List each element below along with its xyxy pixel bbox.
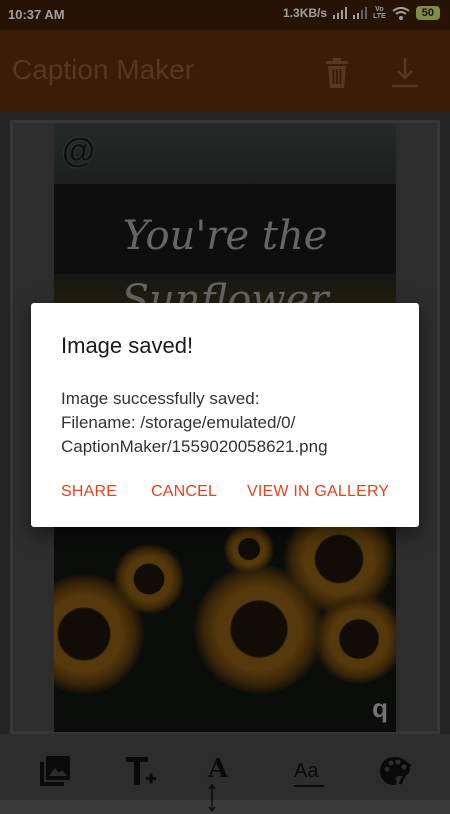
cancel-button[interactable]: CANCEL [151, 483, 217, 501]
view-in-gallery-button[interactable]: VIEW IN GALLERY [247, 483, 389, 501]
dialog-title: Image saved! [61, 333, 194, 358]
image-saved-dialog: Image saved! Image successfully saved: F… [31, 303, 419, 527]
dialog-message: Image successfully saved: Filename: /sto… [61, 389, 328, 456]
share-button[interactable]: SHARE [61, 483, 117, 501]
